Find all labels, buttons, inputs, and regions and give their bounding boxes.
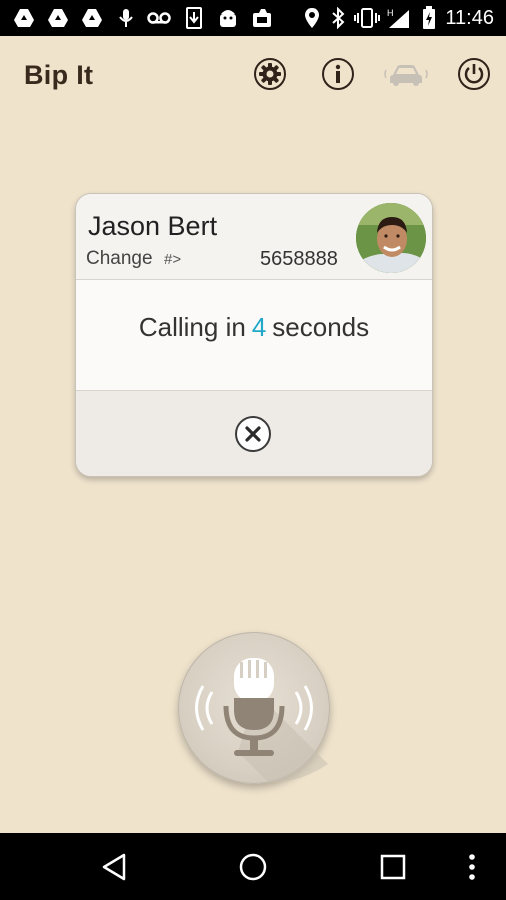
change-number-link[interactable]: Change: [86, 248, 153, 270]
voicemail-icon: [146, 6, 172, 30]
calling-status-area: Calling in 4 seconds: [76, 280, 432, 391]
close-icon: [245, 426, 261, 442]
status-time: 11:46: [445, 7, 494, 29]
navigation-bar: [0, 833, 506, 900]
power-button[interactable]: [456, 56, 492, 92]
change-number-arrow[interactable]: #>: [164, 251, 181, 268]
overflow-menu-button[interactable]: [462, 851, 482, 883]
back-button[interactable]: [98, 851, 130, 883]
drive-icon: [12, 6, 36, 30]
car-mode-button[interactable]: [384, 56, 428, 92]
calling-countdown-text: Calling in 4 seconds: [76, 312, 432, 343]
svg-text:H: H: [387, 8, 394, 18]
status-bar: H 11:46: [0, 0, 506, 36]
mic-notification-icon: [114, 6, 138, 30]
home-button[interactable]: [237, 851, 269, 883]
back-icon: [102, 853, 126, 881]
signal-h-icon: H: [386, 6, 412, 30]
info-button[interactable]: [320, 56, 356, 92]
bluetooth-icon: [330, 6, 346, 30]
drive-icon: [80, 6, 104, 30]
battery-charging-icon: [422, 6, 436, 30]
car-icon: [384, 65, 428, 86]
home-icon: [239, 853, 267, 881]
recents-icon: [380, 854, 406, 880]
contact-phone-number: 5658888: [260, 248, 338, 270]
drive-icon: [46, 6, 70, 30]
settings-button[interactable]: [252, 56, 288, 92]
contact-header: Jason Bert Change #> 5658888: [76, 194, 432, 280]
cancel-call-button[interactable]: [235, 416, 271, 452]
voice-command-button[interactable]: [178, 632, 330, 784]
microphone-icon: [195, 658, 328, 783]
overflow-menu-icon: [469, 854, 475, 880]
android-icon: [216, 6, 240, 30]
app-title: Bip It: [24, 60, 94, 90]
contact-avatar: [356, 203, 426, 273]
countdown-seconds: 4: [251, 312, 267, 342]
calling-suffix: seconds: [272, 312, 370, 342]
contact-name: Jason Bert: [88, 211, 218, 241]
vibrate-icon: [354, 6, 380, 30]
download-icon: [184, 6, 204, 30]
power-icon: [458, 58, 490, 90]
recents-button[interactable]: [377, 851, 409, 883]
dialog-footer: [76, 391, 432, 476]
photos-icon: [250, 6, 274, 30]
location-icon: [302, 6, 322, 30]
app-bar: Bip It: [0, 36, 506, 114]
calling-dialog: Jason Bert Change #> 5658888 Calling in 4…: [75, 193, 433, 477]
settings-icon: [254, 58, 286, 90]
calling-prefix: Calling in: [138, 312, 246, 342]
info-icon: [322, 58, 354, 90]
